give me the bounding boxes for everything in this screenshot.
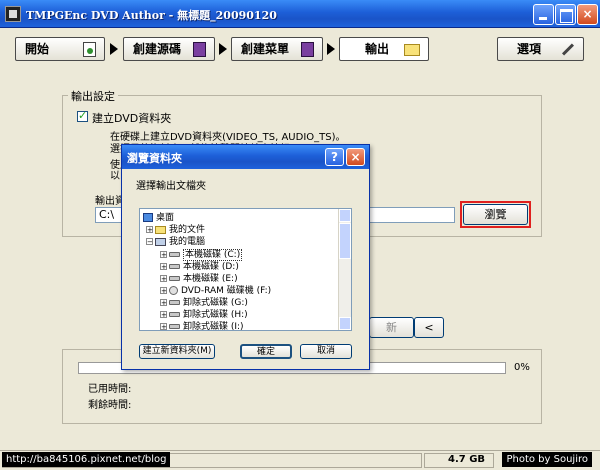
start-output-button[interactable]: 新: [369, 317, 414, 338]
window-title: TMPGEnc DVD Author - 無標題_20090120: [26, 9, 277, 22]
step-create-menu-button[interactable]: 創建菜單: [231, 37, 323, 61]
dialog-prompt: 選擇輸出文檔夾: [136, 181, 206, 192]
expand-icon[interactable]: +: [160, 311, 167, 319]
tree-item-drive-f[interactable]: + DVD-RAM 磁碟機 (F:): [160, 285, 271, 297]
app-icon: [5, 6, 21, 22]
drive-icon: [169, 252, 180, 257]
page-icon: [83, 42, 96, 57]
tree-item-drive-g[interactable]: + 卸除式磁碟 (G:): [160, 297, 248, 309]
folder-tree[interactable]: 桌面 + 我的文件 − 我的電腦 + 本機磁碟 (C:) + 本機磁碟 (D:) + 本機…: [139, 208, 352, 331]
scroll-thumb[interactable]: [339, 223, 351, 259]
step-output-label: 輸出: [365, 42, 390, 56]
dvd-drive-icon: [169, 286, 178, 295]
wrench-icon: [561, 43, 575, 56]
tree-item-drive-i[interactable]: + 卸除式磁碟 (I:): [160, 321, 244, 330]
browse-folder-dialog: 瀏覽資料夾 ? × 選擇輸出文檔夾 桌面 + 我的文件 − 我的電腦 + 本機磁碟 (…: [121, 144, 370, 370]
close-button[interactable]: ×: [577, 4, 598, 25]
dialog-title: 瀏覽資料夾: [127, 152, 182, 165]
create-dvd-folder-checkbox[interactable]: [77, 109, 88, 122]
arrow-right-icon: [219, 43, 227, 55]
highlight-box: [460, 201, 531, 228]
drive-icon: [169, 312, 180, 317]
tree-scrollbar[interactable]: [338, 209, 351, 330]
expand-icon[interactable]: +: [160, 275, 167, 283]
my-documents-icon: [155, 225, 166, 234]
maximize-button[interactable]: [555, 4, 576, 25]
expand-icon[interactable]: +: [160, 323, 167, 330]
cancel-button[interactable]: 取消: [300, 344, 352, 359]
arrow-right-icon: [327, 43, 335, 55]
status-url: http://ba845106.pixnet.net/blog: [2, 452, 171, 467]
remaining-time-label: 剩餘時間:: [88, 400, 132, 411]
expand-icon[interactable]: +: [160, 299, 167, 307]
help-button[interactable]: ?: [325, 148, 344, 166]
folder-icon: [404, 44, 420, 56]
output-settings-title: 輸出設定: [68, 88, 118, 104]
expand-icon[interactable]: +: [160, 251, 167, 259]
menu-icon: [301, 42, 314, 57]
back-button[interactable]: <: [414, 317, 444, 338]
options-label: 選項: [517, 42, 542, 56]
expand-icon[interactable]: +: [146, 226, 153, 234]
progress-percent: 0%: [514, 362, 530, 373]
collapse-icon[interactable]: −: [146, 238, 153, 246]
arrow-right-icon: [110, 43, 118, 55]
desktop-icon: [143, 213, 153, 222]
step-start-label: 開始: [25, 42, 50, 56]
title-bar: TMPGEnc DVD Author - 無標題_20090120 ×: [0, 0, 600, 28]
dialog-close-button[interactable]: ×: [346, 148, 365, 166]
scroll-up-button[interactable]: [339, 209, 351, 222]
drive-icon: [169, 276, 180, 281]
tree-item-drive-e[interactable]: + 本機磁碟 (E:): [160, 273, 238, 285]
drive-icon: [169, 264, 180, 269]
step-toolbar: 開始 創建源碼 創建菜單 輸出 選項: [0, 28, 600, 70]
tree-item-drive-c[interactable]: + 本機磁碟 (C:): [160, 249, 243, 261]
photo-credit: Photo by Soujiro: [502, 452, 592, 467]
drive-icon: [169, 300, 180, 305]
create-dvd-folder-label: 建立DVD資料夾: [92, 112, 172, 125]
options-button[interactable]: 選項: [497, 37, 584, 61]
step-create-source-label: 創建源碼: [133, 42, 182, 56]
step-output-button[interactable]: 輸出: [339, 37, 429, 61]
tree-item-drive-d[interactable]: + 本機磁碟 (D:): [160, 261, 239, 273]
expand-icon[interactable]: +: [160, 287, 167, 295]
tree-item-drive-h[interactable]: + 卸除式磁碟 (H:): [160, 309, 248, 321]
step-create-source-button[interactable]: 創建源碼: [123, 37, 215, 61]
scroll-down-button[interactable]: [339, 317, 351, 330]
tree-item-desktop[interactable]: 桌面: [143, 212, 174, 224]
expand-icon[interactable]: +: [160, 263, 167, 271]
tree-item-my-computer[interactable]: − 我的電腦: [146, 236, 205, 248]
ok-button[interactable]: 確定: [240, 344, 292, 359]
my-computer-icon: [155, 237, 166, 246]
step-create-menu-label: 創建菜單: [241, 42, 290, 56]
step-start-button[interactable]: 開始: [15, 37, 105, 61]
new-folder-button[interactable]: 建立新資料夾(M): [139, 344, 215, 359]
minimize-button[interactable]: [533, 4, 554, 25]
drive-icon: [169, 324, 180, 329]
cube-icon: [193, 42, 206, 57]
elapsed-time-label: 已用時間:: [88, 384, 132, 395]
dialog-title-bar: 瀏覽資料夾 ? ×: [122, 145, 369, 169]
tree-item-my-documents[interactable]: + 我的文件: [146, 224, 205, 236]
disc-size: 4.7 GB: [448, 454, 486, 465]
